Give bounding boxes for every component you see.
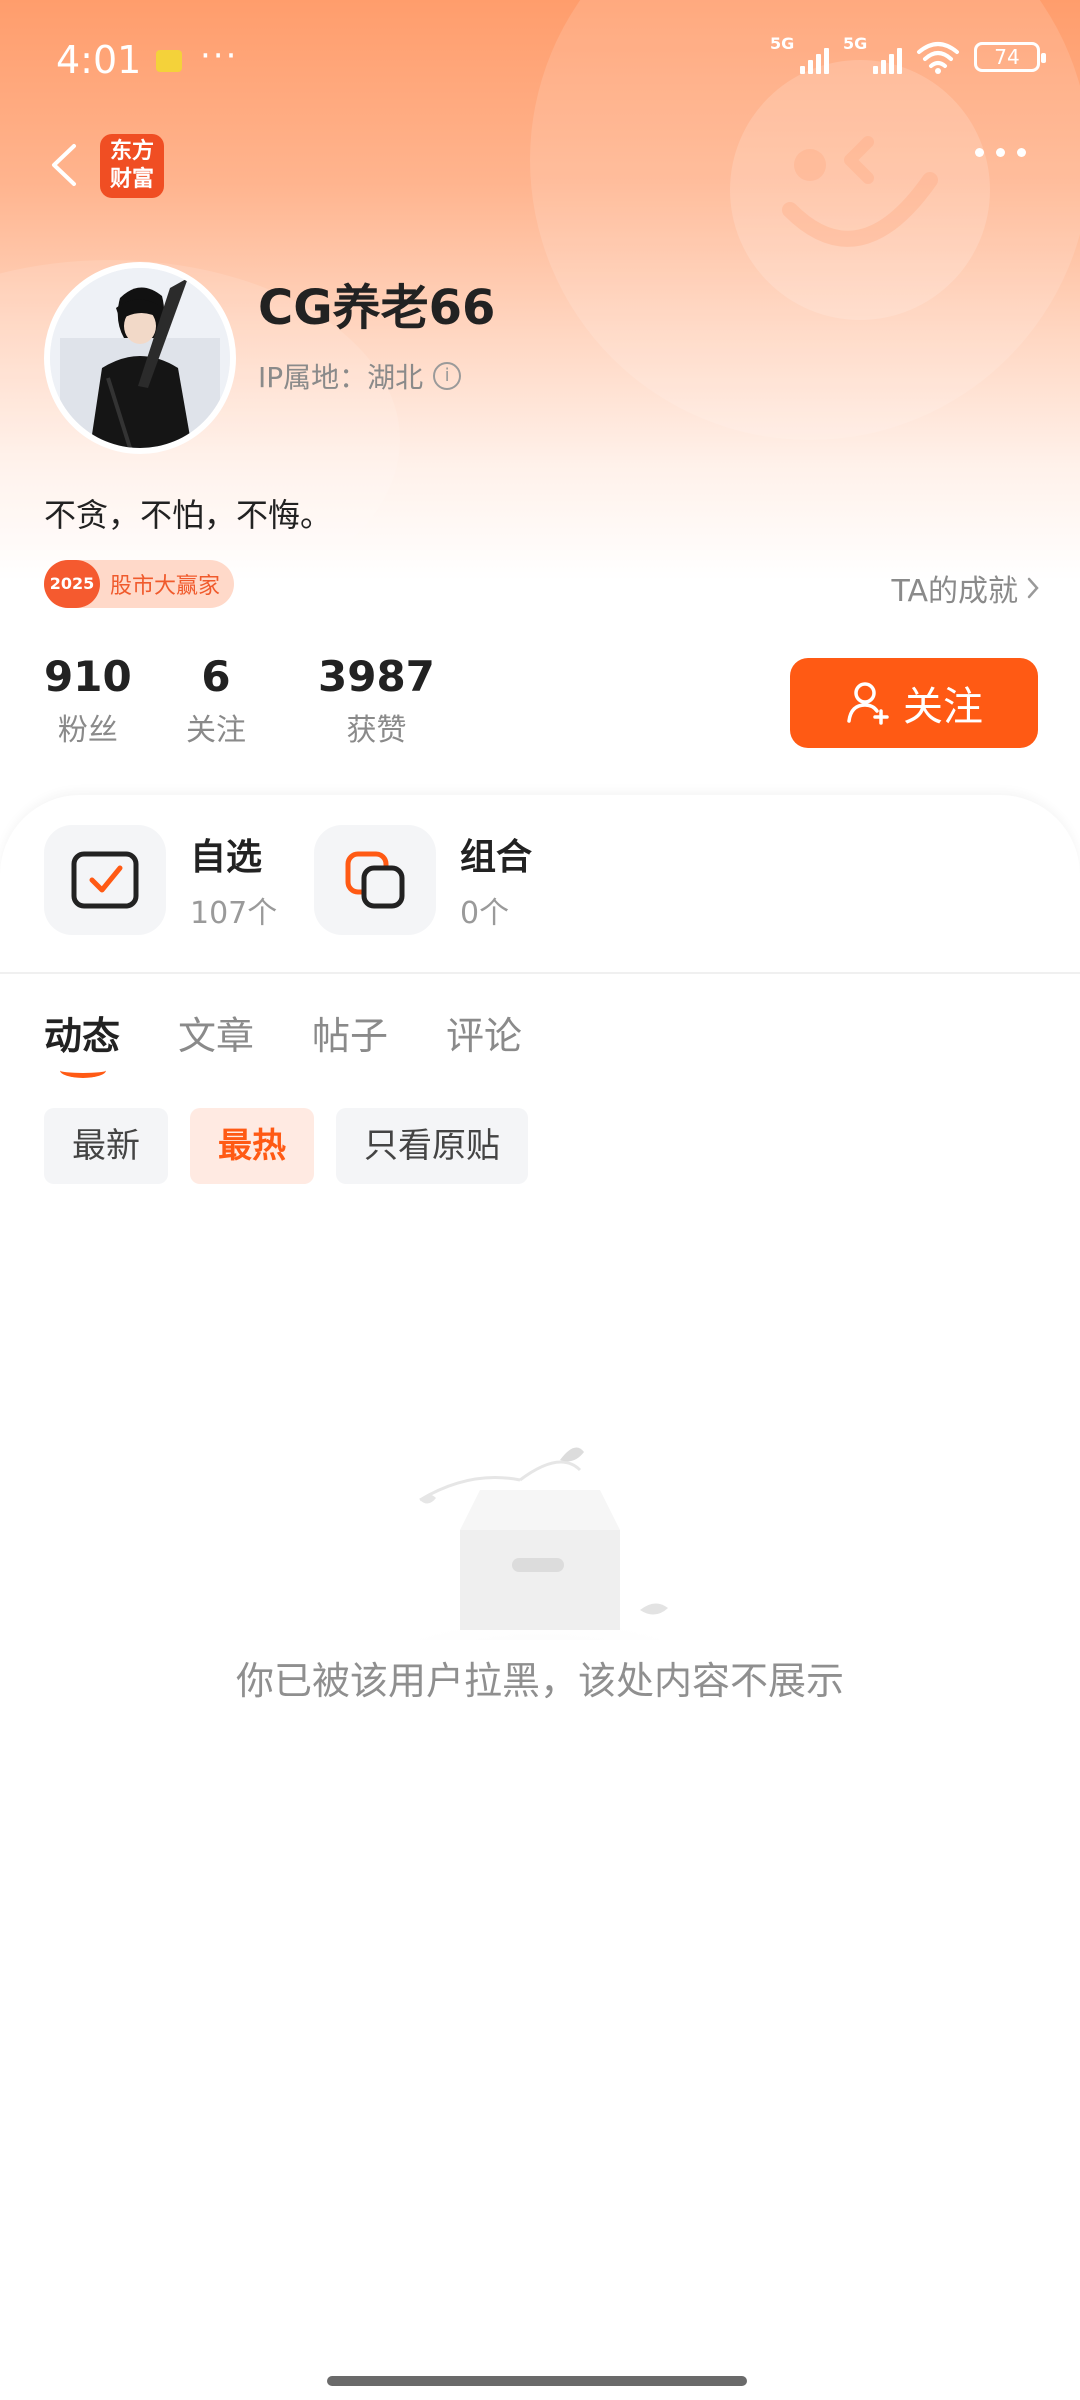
app-logo: 东方 财富 (100, 134, 164, 198)
portfolio-entry[interactable]: 组合 0个 (314, 825, 532, 935)
achievements-label: TA的成就 (891, 574, 1018, 609)
filter-hottest[interactable]: 最热 (190, 1108, 314, 1184)
fans-count: 910 (44, 652, 132, 701)
network-type: 5G (843, 34, 868, 53)
follow-button[interactable]: 关注 (790, 658, 1038, 748)
following-count: 6 (201, 652, 231, 701)
badge-year: 2025 (44, 560, 100, 608)
filter-original-only[interactable]: 只看原贴 (336, 1108, 528, 1184)
network-type: 5G (770, 34, 795, 53)
tab-comments[interactable]: 评论 (446, 1005, 522, 1060)
checkbox-icon (71, 851, 139, 909)
wifi-icon (917, 42, 959, 74)
ip-location: IP属地：湖北 i (258, 356, 462, 396)
portfolio-count: 0个 (460, 896, 510, 931)
achievements-link[interactable]: TA的成就 (891, 566, 1040, 610)
home-indicator[interactable] (327, 2376, 747, 2386)
avatar[interactable] (44, 262, 236, 454)
fans-label: 粉丝 (57, 713, 118, 748)
portfolio-icon-wrap (314, 825, 436, 935)
watchlist-count: 107个 (190, 896, 278, 931)
watchlist-title: 自选 (190, 837, 263, 878)
stat-fans[interactable]: 910 粉丝 (44, 652, 132, 749)
stat-following[interactable]: 6 关注 (186, 652, 246, 749)
signal-icon: 5G (843, 34, 902, 74)
badge-text: 股市大赢家 (110, 574, 221, 599)
watchlist-entry[interactable]: 自选 107个 (44, 825, 277, 935)
portfolio-title: 组合 (460, 837, 533, 878)
logo-text-line2: 财富 (109, 167, 154, 192)
content-tabs: 动态 文章 帖子 评论 (44, 1005, 522, 1078)
filter-chips: 最新 最热 只看原贴 (44, 1108, 528, 1184)
status-bar: 4:01 ··· 5G 5G 74 (0, 0, 1080, 110)
signal-icon: 5G (770, 34, 829, 74)
achievement-badge[interactable]: 2025 股市大赢家 (44, 560, 235, 608)
logo-text-line1: 东方 (109, 139, 154, 164)
status-right: 5G 5G 74 (770, 34, 1046, 74)
tab-posts[interactable]: 帖子 (312, 1005, 388, 1060)
tab-dynamics[interactable]: 动态 (44, 1005, 120, 1078)
back-icon[interactable] (44, 140, 84, 190)
status-time: 4:01 (56, 38, 142, 82)
likes-count: 3987 (318, 652, 435, 701)
filter-latest[interactable]: 最新 (44, 1108, 168, 1184)
chevron-right-icon (1027, 577, 1039, 599)
more-options-icon[interactable] (975, 148, 1026, 157)
divider (0, 972, 1080, 974)
ip-location-text: IP属地：湖北 (258, 361, 424, 394)
info-icon[interactable]: i (433, 362, 462, 390)
watchlist-icon-wrap (44, 825, 166, 935)
more-notifications-icon: ··· (200, 36, 239, 76)
likes-label: 获赞 (346, 713, 407, 748)
layers-icon (345, 851, 405, 909)
stat-likes: 3987 获赞 (318, 652, 435, 749)
top-nav: 东方 财富 (0, 120, 1080, 210)
battery-icon: 74 (974, 42, 1046, 72)
empty-box-illustration (340, 1447, 740, 1640)
notification-icon (156, 50, 182, 72)
empty-state-message: 你已被该用户拉黑，该处内容不展示 (235, 1659, 844, 1703)
tab-articles[interactable]: 文章 (178, 1005, 254, 1060)
content-card: 自选 107个 组合 0个 动态 文章 帖子 评论 最新 最热 只看原贴 你已被… (0, 795, 1080, 2400)
user-bio: 不贪，不怕，不悔。 (44, 496, 333, 534)
username: CG养老66 (258, 280, 496, 336)
following-label: 关注 (186, 713, 246, 748)
add-user-icon (847, 682, 889, 725)
follow-button-label: 关注 (903, 684, 983, 730)
avatar-image (50, 268, 230, 448)
